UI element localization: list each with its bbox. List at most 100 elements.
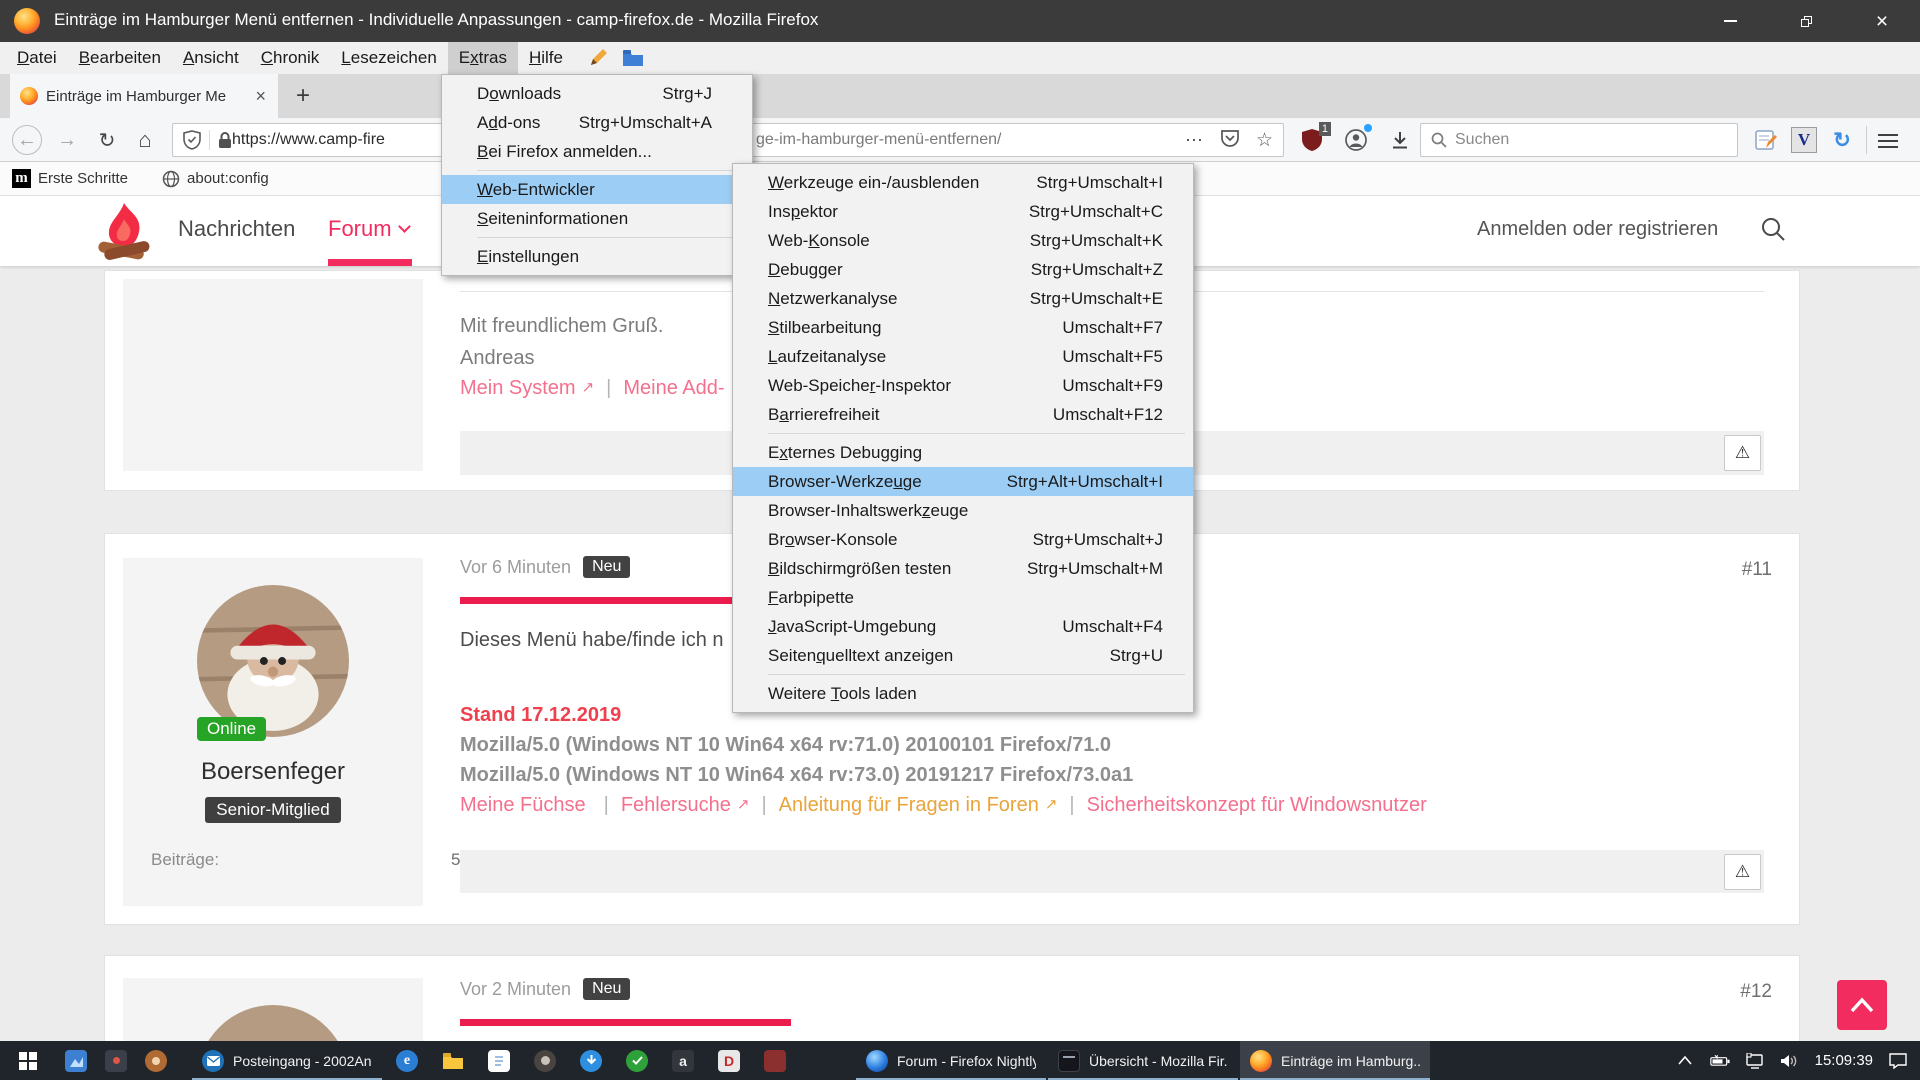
- post-link[interactable]: Meine Füchse: [460, 794, 592, 817]
- start-button[interactable]: [0, 1041, 56, 1080]
- taskbar-pinned-icon-1[interactable]: [56, 1041, 96, 1080]
- post-number[interactable]: #12: [1740, 981, 1772, 1003]
- ublock-origin-icon[interactable]: 1: [1298, 126, 1326, 154]
- post-link[interactable]: Mein System↗: [460, 377, 594, 400]
- extras-menu-item[interactable]: Bei Firefox anmelden...: [442, 137, 752, 166]
- taskbar-pinned-icon-paw[interactable]: [522, 1041, 568, 1080]
- post-link[interactable]: Sicherheitskonzept für Windowsnutzer: [1057, 794, 1432, 817]
- post-time[interactable]: Vor 2 Minuten: [460, 979, 571, 1000]
- battery-icon[interactable]: [1710, 1051, 1730, 1071]
- taskbar-pinned-icon-d[interactable]: D: [706, 1041, 752, 1080]
- back-button[interactable]: ←: [12, 125, 42, 155]
- bookmark-star-icon[interactable]: ☆: [1256, 129, 1273, 152]
- extras-menu-item[interactable]: Seiteninformationen: [442, 204, 752, 233]
- devtools-menu-item[interactable]: Laufzeitanalyse Umschalt+F5: [733, 342, 1193, 371]
- report-post-button[interactable]: ⚠: [1724, 854, 1761, 890]
- devtools-menu-item[interactable]: Inspektor Strg+Umschalt+C: [733, 197, 1193, 226]
- menubar-item[interactable]: Bearbeiten: [68, 42, 172, 74]
- notes-extension-icon[interactable]: [1752, 126, 1780, 154]
- post-number[interactable]: #11: [1742, 559, 1772, 581]
- taskbar-pinned-icon-notepad[interactable]: [476, 1041, 522, 1080]
- avatar[interactable]: [197, 585, 349, 737]
- tab-close-icon[interactable]: ×: [253, 86, 268, 107]
- home-button[interactable]: ⌂: [130, 125, 160, 155]
- devtools-menu-item[interactable]: Bildschirmgrößen testen Strg+Umschalt+M: [733, 554, 1193, 583]
- minimize-button[interactable]: [1692, 0, 1768, 42]
- scroll-to-top-button[interactable]: [1837, 980, 1887, 1030]
- sync-extension-icon[interactable]: ↻: [1828, 126, 1856, 154]
- taskbar-pinned-icon-explorer[interactable]: [430, 1041, 476, 1080]
- extras-menu-item[interactable]: Web-Entwickler ›: [442, 175, 752, 204]
- taskbar-pinned-icon-red[interactable]: [752, 1041, 798, 1080]
- bookmark-about-config[interactable]: about:config: [162, 170, 269, 188]
- reload-button[interactable]: ↻: [92, 125, 122, 155]
- show-hidden-icons-chevron[interactable]: [1675, 1051, 1695, 1071]
- forward-button[interactable]: →: [52, 125, 82, 155]
- menubar-item[interactable]: Chronik: [250, 42, 331, 74]
- extras-menu-item[interactable]: Add-ons Strg+Umschalt+A: [442, 108, 752, 137]
- username[interactable]: Boersenfeger: [123, 758, 423, 786]
- pocket-icon[interactable]: [1220, 128, 1240, 153]
- menubar-item[interactable]: Extras: [448, 42, 518, 74]
- bookmark-erste-schritte[interactable]: m Erste Schritte: [12, 169, 128, 188]
- devtools-menu-item[interactable]: JavaScript-Umgebung Umschalt+F4: [733, 612, 1193, 641]
- post-link[interactable]: Meine Add-: [594, 377, 730, 400]
- site-search-icon[interactable]: [1760, 216, 1786, 242]
- hamburger-menu-icon[interactable]: [1878, 130, 1898, 150]
- taskbar-pinned-icon-edge[interactable]: e: [384, 1041, 430, 1080]
- search-bar[interactable]: Suchen: [1420, 123, 1738, 157]
- download-icon[interactable]: [1386, 126, 1414, 154]
- devtools-menu-item[interactable]: Browser-Konsole Strg+Umschalt+J: [733, 525, 1193, 554]
- devtools-menu-item[interactable]: Stilbearbeitung Umschalt+F7: [733, 313, 1193, 342]
- menubar-item[interactable]: Ansicht: [172, 42, 250, 74]
- devtools-menu-item[interactable]: Browser-Werkzeuge Strg+Alt+Umschalt+I: [733, 467, 1193, 496]
- devtools-menu-item[interactable]: Barrierefreiheit Umschalt+F12: [733, 400, 1193, 429]
- action-center-icon[interactable]: [1888, 1051, 1908, 1071]
- extras-menu-item[interactable]: Einstellungen: [442, 242, 752, 271]
- taskbar-button-eintraege[interactable]: Einträge im Hamburg...: [1240, 1041, 1430, 1080]
- tab-active[interactable]: Einträge im Hamburger Me ×: [10, 74, 278, 118]
- devtools-menu-item[interactable]: Web-Konsole Strg+Umschalt+K: [733, 226, 1193, 255]
- new-tab-button[interactable]: +: [288, 81, 318, 111]
- devtools-menu-item[interactable]: Browser-Inhaltswerkzeuge: [733, 496, 1193, 525]
- taskbar-button-firefox-nightly[interactable]: Forum - Firefox Nightly: [856, 1041, 1046, 1080]
- report-post-button[interactable]: ⚠: [1724, 435, 1761, 471]
- devtools-menu-item[interactable]: Netzwerkanalyse Strg+Umschalt+E: [733, 284, 1193, 313]
- taskbar-button-posteingang[interactable]: Posteingang - 2002An...: [192, 1041, 382, 1080]
- devtools-menu-item[interactable]: Weitere Tools laden: [733, 679, 1193, 708]
- devtools-menu-item[interactable]: Debugger Strg+Umschalt+Z: [733, 255, 1193, 284]
- taskbar-button-uebersicht[interactable]: Übersicht - Mozilla Fir...: [1048, 1041, 1238, 1080]
- menubar-item[interactable]: Hilfe: [518, 42, 574, 74]
- nav-nachrichten[interactable]: Nachrichten: [178, 216, 295, 242]
- pencil-icon[interactable]: [588, 42, 608, 74]
- post-link[interactable]: Fehlersuche↗: [592, 794, 750, 817]
- v-extension-icon[interactable]: V: [1790, 126, 1818, 154]
- restore-button[interactable]: [1768, 0, 1844, 42]
- menubar-item[interactable]: Datei: [6, 42, 68, 74]
- lock-icon[interactable]: [218, 131, 232, 149]
- campfire-logo[interactable]: [94, 201, 154, 263]
- devtools-menu-item[interactable]: Farbpipette: [733, 583, 1193, 612]
- network-icon[interactable]: [1745, 1051, 1765, 1071]
- menubar-item[interactable]: Lesezeichen: [330, 42, 447, 74]
- extras-menu-item[interactable]: Downloads Strg+J: [442, 79, 752, 108]
- nav-forum[interactable]: Forum: [328, 216, 409, 242]
- volume-icon[interactable]: [1780, 1051, 1800, 1071]
- taskbar-pinned-icon-2[interactable]: [96, 1041, 136, 1080]
- folder-icon[interactable]: [622, 42, 644, 74]
- account-extension-icon[interactable]: [1342, 126, 1370, 154]
- post-time[interactable]: Vor 6 Minuten: [460, 557, 571, 578]
- devtools-menu-item[interactable]: Web-Speicher-Inspektor Umschalt+F9: [733, 371, 1193, 400]
- taskbar-pinned-icon-downloader[interactable]: [568, 1041, 614, 1080]
- devtools-menu-item[interactable]: Externes Debugging: [733, 438, 1193, 467]
- devtools-menu-item[interactable]: Seitenquelltext anzeigen Strg+U: [733, 641, 1193, 670]
- page-actions-icon[interactable]: ⋯: [1185, 130, 1204, 151]
- devtools-menu-item[interactable]: Werkzeuge ein-/ausblenden Strg+Umschalt+…: [733, 168, 1193, 197]
- taskbar-pinned-icon-antivirus[interactable]: [614, 1041, 660, 1080]
- tracking-protection-shield-icon[interactable]: [183, 130, 201, 150]
- close-button[interactable]: ×: [1844, 0, 1920, 42]
- post-link[interactable]: Anleitung für Fragen in Foren↗: [749, 794, 1057, 817]
- clock[interactable]: 15:09:39: [1815, 1052, 1873, 1069]
- taskbar-pinned-icon-3[interactable]: [136, 1041, 176, 1080]
- login-link[interactable]: Anmelden oder registrieren: [1477, 218, 1718, 241]
